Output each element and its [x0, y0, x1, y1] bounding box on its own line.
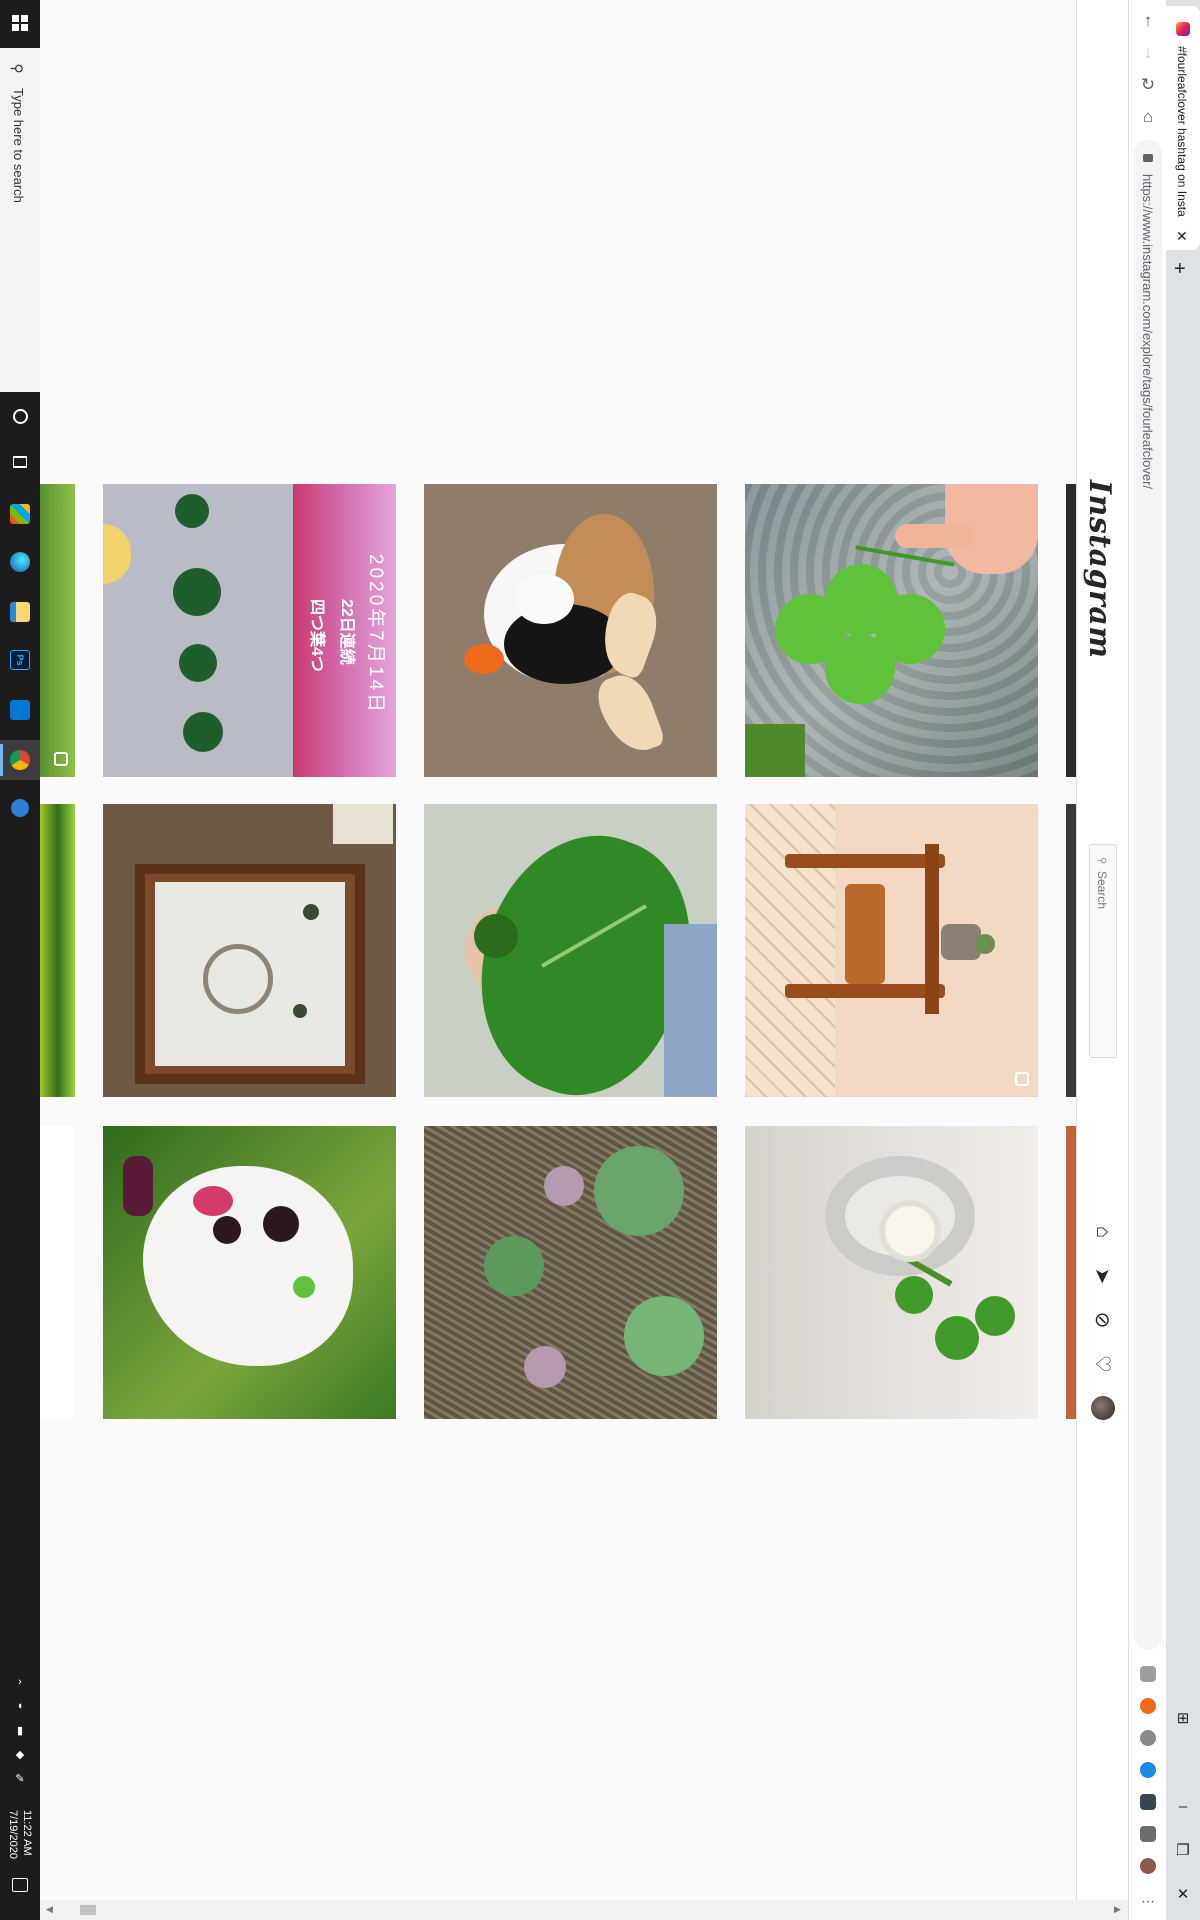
taskbar-search-box[interactable]: ⚲ Type here to search: [0, 48, 40, 392]
arrow-up-icon: ↑: [1143, 11, 1153, 30]
browser-menu-button[interactable]: ⋯: [1129, 1886, 1167, 1916]
multiple-images-icon: [1015, 1072, 1029, 1086]
scroll-right-arrow-icon[interactable]: ▶: [1114, 1904, 1121, 1915]
back-button[interactable]: ↑: [1129, 6, 1167, 36]
reload-button[interactable]: ↻: [1129, 70, 1167, 100]
notification-center-icon[interactable]: [12, 1878, 28, 1892]
post-thumbnail[interactable]: [424, 484, 717, 777]
extension-dark-icon[interactable]: [1140, 1794, 1156, 1810]
post-thumbnail[interactable]: [40, 804, 75, 1097]
task-view-icon: [13, 456, 27, 468]
volume-icon[interactable]: ◖: [0, 1694, 40, 1718]
cortana-button[interactable]: [0, 396, 40, 436]
home-icon: ⌂: [1142, 107, 1154, 126]
pen-icon[interactable]: ✎: [0, 1766, 40, 1790]
instagram-logo[interactable]: Instagram: [1082, 480, 1117, 659]
system-tray: › ◖ ▮ ◆ ✎: [0, 1670, 40, 1790]
tab-search-icon[interactable]: ⊞: [1166, 1698, 1200, 1738]
edge-icon: [10, 552, 30, 572]
windows-logo-icon: [12, 15, 28, 31]
post-thumbnail[interactable]: [424, 804, 717, 1097]
instagram-search-input[interactable]: [1094, 871, 1110, 1041]
post-thumbnail[interactable]: [1066, 484, 1076, 777]
new-tab-plus-icon[interactable]: +: [1174, 258, 1186, 281]
extension-g-icon[interactable]: [1140, 1666, 1156, 1682]
lock-icon: [1143, 154, 1153, 162]
post-thumbnail[interactable]: [745, 1126, 1038, 1419]
store-app-button[interactable]: [0, 494, 40, 534]
explorer-app-button[interactable]: [0, 592, 40, 632]
address-bar[interactable]: https://www.instagram.com/explore/tags/f…: [1134, 140, 1162, 1650]
post-thumbnail[interactable]: [40, 484, 75, 777]
post-thumbnail[interactable]: 2020年7月14日 22日連続 四つ葉4つ: [103, 484, 396, 777]
tab-instagram[interactable]: #fourleafclover hashtag on Insta ✕: [1166, 6, 1200, 250]
clock-date: 7/19/2020: [7, 1810, 19, 1859]
extensions-puzzle-icon[interactable]: [1140, 1826, 1156, 1842]
reload-icon: ↻: [1140, 75, 1156, 94]
arrow-down-icon: ↓: [1143, 43, 1153, 62]
photoshop-app-button[interactable]: Ps: [0, 640, 40, 680]
activity-heart-icon[interactable]: ♡: [1089, 1350, 1117, 1378]
more-vertical-icon: ⋯: [1141, 1892, 1155, 1909]
task-view-button[interactable]: [0, 442, 40, 482]
show-hidden-icons-chevron-icon[interactable]: ›: [0, 1670, 40, 1694]
scroll-left-arrow-icon[interactable]: ◀: [46, 1904, 53, 1915]
url-text: https://www.instagram.com/explore/tags/f…: [1140, 174, 1155, 490]
tab-strip: #fourleafclover hashtag on Insta ✕ + ⊞ –…: [1166, 0, 1200, 1920]
multiple-images-icon: [54, 752, 68, 766]
home-button[interactable]: ⌂: [1129, 102, 1167, 132]
outlook-icon: [10, 700, 30, 720]
cortana-icon: [12, 408, 28, 424]
tab-title: #fourleafclover hashtag on Insta: [1175, 46, 1189, 217]
search-icon: ⚲: [1096, 856, 1108, 865]
clock-time: 11:22 AM: [21, 1810, 33, 1856]
instagram-favicon-icon: [1176, 22, 1190, 36]
post-thumbnail[interactable]: [1066, 804, 1076, 1097]
photoshop-icon: Ps: [10, 650, 30, 670]
extension-orange-icon[interactable]: [1140, 1698, 1156, 1714]
forward-button[interactable]: ↓: [1129, 38, 1167, 68]
post-thumbnail[interactable]: [424, 1126, 717, 1419]
profile-icon[interactable]: [1140, 1858, 1156, 1874]
chrome-icon: [10, 750, 30, 770]
post-thumbnail[interactable]: [103, 804, 396, 1097]
chrome-app-button[interactable]: [0, 740, 40, 780]
post-thumbnail[interactable]: [40, 1126, 75, 1419]
minimize-icon[interactable]: –: [1166, 1786, 1200, 1826]
post-overlay-count: 四つ葉4つ: [308, 599, 325, 672]
gear-icon: [11, 799, 29, 817]
post-thumbnail[interactable]: [1066, 1126, 1076, 1419]
post-thumbnail[interactable]: [745, 804, 1038, 1097]
direct-message-icon[interactable]: ➤: [1089, 1262, 1117, 1290]
post-thumbnail[interactable]: [103, 1126, 396, 1419]
restore-icon[interactable]: ❐: [1166, 1830, 1200, 1870]
instagram-search-box[interactable]: ⚲: [1089, 844, 1117, 1058]
extension-circle-icon[interactable]: [1140, 1730, 1156, 1746]
edge-app-button[interactable]: [0, 542, 40, 582]
outlook-app-button[interactable]: [0, 690, 40, 730]
settings-app-button[interactable]: [0, 788, 40, 828]
taskbar-search-placeholder: Type here to search: [11, 88, 26, 203]
post-overlay-date: 2020年7月14日: [365, 554, 386, 715]
battery-icon[interactable]: ▮: [0, 1718, 40, 1742]
post-overlay-streak: 22日連続: [338, 599, 355, 665]
dropbox-icon[interactable]: ◆: [0, 1742, 40, 1766]
search-icon: ⚲: [9, 63, 26, 74]
browser-toolbar: ↑ ↓ ↻ ⌂ https://www.instagram.com/explor…: [1128, 0, 1166, 1920]
profile-avatar[interactable]: [1091, 1396, 1115, 1420]
scrollbar-thumb[interactable]: [80, 1905, 96, 1915]
extension-blue-icon[interactable]: [1140, 1762, 1156, 1778]
explore-compass-icon[interactable]: ⊘: [1089, 1306, 1117, 1334]
tab-close-icon[interactable]: ✕: [1176, 228, 1188, 245]
start-button[interactable]: [0, 0, 40, 46]
instagram-header: Instagram ⚲ ⌂ ➤ ⊘ ♡: [1076, 0, 1128, 1908]
home-icon[interactable]: ⌂: [1089, 1218, 1117, 1246]
post-thumbnail[interactable]: [745, 484, 1038, 777]
horizontal-scrollbar[interactable]: ◀ ▶: [40, 1900, 1128, 1920]
close-window-icon[interactable]: ✕: [1166, 1874, 1200, 1914]
windows-taskbar: ⚲ Type here to search Ps › ◖ ▮ ◆ ✎ 11:22…: [0, 0, 40, 1920]
file-explorer-icon: [10, 602, 30, 622]
store-icon: [10, 504, 30, 524]
